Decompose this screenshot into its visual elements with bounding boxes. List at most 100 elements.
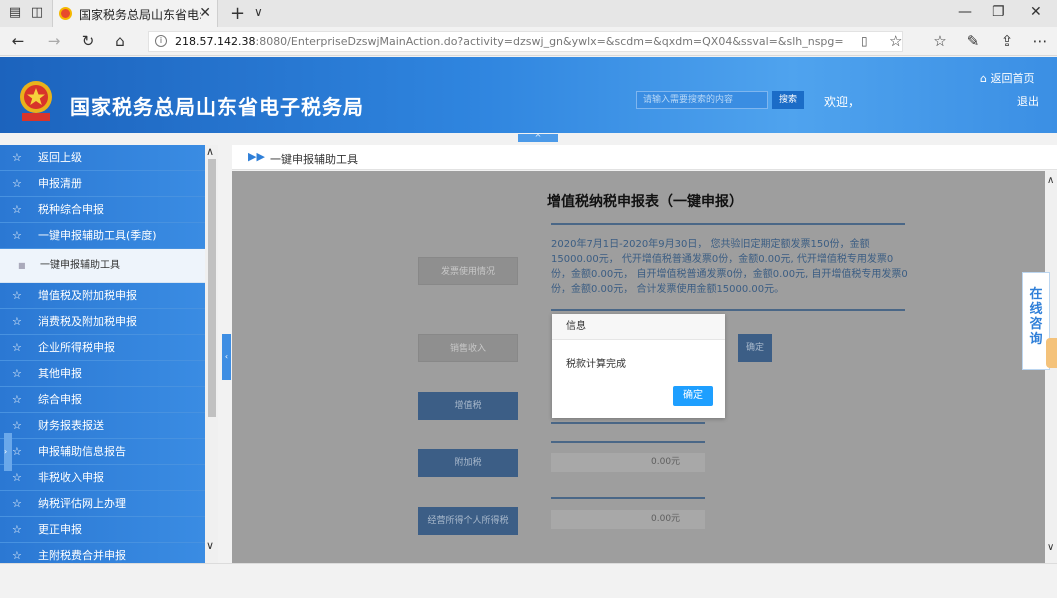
sidebar-scrollbar[interactable]: ∧ ∨	[205, 145, 218, 563]
sidebar-toggle-splitter[interactable]: ‹	[222, 334, 231, 380]
dialog-ok-button[interactable]: 确定	[673, 386, 713, 406]
tax-emblem-icon	[20, 81, 52, 121]
sidebar-item-label: 主附税费合并申报	[38, 549, 126, 562]
business-income-tax-amount: 0.00元	[551, 510, 705, 529]
back-arrow-icon[interactable]: ←	[8, 32, 28, 50]
consult-mascot-icon	[1046, 338, 1057, 368]
sidebar-item-consumption-tax[interactable]: ☆ 消费税及附加税申报	[0, 309, 205, 335]
site-header: 国家税务总局山东省电子税务局	[0, 57, 1057, 133]
sidebar-item-general[interactable]: ☆ 综合申报	[0, 387, 205, 413]
sidebar-item-one-click-quarterly[interactable]: ☆ 一键申报辅助工具(季度)	[0, 223, 205, 249]
sidebar-item-label: 非税收入申报	[38, 471, 104, 484]
vat-button[interactable]: 增值税	[418, 392, 518, 420]
dialog-message: 税款计算完成	[566, 359, 626, 370]
star-icon: ☆	[12, 471, 22, 484]
site-search-button[interactable]: 搜索	[772, 91, 804, 109]
welcome-text: 欢迎，	[824, 95, 861, 109]
sidebar-subitem-one-click-tool[interactable]: ■ 一键申报辅助工具	[0, 249, 205, 283]
star-icon: ☆	[12, 315, 22, 328]
tab-preview-icon[interactable]: ◫	[30, 6, 44, 20]
star-icon: ☆	[12, 341, 22, 354]
url-input[interactable]: i 218.57.142.38:8080/EnterpriseDzswjMain…	[148, 31, 903, 52]
sales-confirm-button[interactable]: 确定	[738, 334, 772, 362]
star-icon: ☆	[12, 419, 22, 432]
sidebar-item-other[interactable]: ☆ 其他申报	[0, 361, 205, 387]
star-icon: ☆	[12, 151, 22, 164]
scroll-up-icon[interactable]: ∧	[206, 145, 214, 158]
collapse-header-button[interactable]: ^	[518, 134, 558, 142]
divider	[551, 223, 905, 225]
sidebar-item-vat[interactable]: ☆ 增值税及附加税申报	[0, 283, 205, 309]
favorites-hub-icon[interactable]: ☆	[930, 32, 950, 50]
pen-notes-icon[interactable]: ✎	[963, 32, 983, 50]
address-bar: ← → ↻ ⌂ i 218.57.142.38:8080/EnterpriseD…	[0, 27, 1057, 56]
sidebar-item-financial-reports[interactable]: ☆ 财务报表报送	[0, 413, 205, 439]
scroll-thumb[interactable]	[208, 159, 216, 417]
sidebar-item-aux-info[interactable]: ☆ 申报辅助信息报告	[0, 439, 205, 465]
star-icon: ☆	[12, 549, 22, 562]
home-icon[interactable]: ⌂	[110, 32, 130, 50]
page-title: 增值税纳税申报表（一键申报）	[547, 194, 743, 210]
business-income-tax-button[interactable]: 经营所得个人所得税	[418, 507, 518, 535]
url-text: 218.57.142.38:8080/EnterpriseDzswjMainAc…	[175, 35, 844, 48]
logout-link[interactable]: 退出	[1017, 93, 1039, 109]
return-home-link[interactable]: ⌂ 返回首页	[980, 70, 1034, 86]
forward-arrow-icon[interactable]: →	[44, 32, 64, 50]
sidebar-item-label: 更正申报	[38, 523, 82, 536]
tab-list-chevron-icon[interactable]: ∨	[254, 5, 263, 19]
sidebar-item-label: 其他申报	[38, 367, 82, 380]
online-consult-label: 在线咨询	[1029, 287, 1043, 347]
new-tab-icon[interactable]: +	[230, 3, 245, 24]
sidebar-item-corporate-income-tax[interactable]: ☆ 企业所得税申报	[0, 335, 205, 361]
surtax-amount: 0.00元	[551, 453, 705, 472]
favorite-star-icon[interactable]: ☆	[889, 32, 902, 50]
surtax-button[interactable]: 附加税	[418, 449, 518, 477]
url-host: 218.57.142.38	[175, 35, 256, 48]
double-arrow-icon: ▶▶	[248, 150, 265, 163]
invoice-notice: 2020年7月1日-2020年9月30日， 您共验旧定期定额发票150份，金额1…	[551, 239, 908, 295]
scroll-down-icon[interactable]: ∨	[206, 539, 214, 552]
restore-icon[interactable]: ❐	[992, 4, 1005, 20]
sidebar-item-back[interactable]: ☆ 返回上级	[0, 145, 205, 171]
breadcrumb: ▶▶ 一键申报辅助工具	[232, 145, 1057, 170]
window-close-icon[interactable]: ✕	[1030, 4, 1042, 20]
sidebar-item-merged[interactable]: ☆ 主附税费合并申报	[0, 543, 205, 563]
scroll-down-icon[interactable]: ∨	[1047, 542, 1054, 553]
dialog-title: 信息	[552, 314, 725, 340]
site-search-input[interactable]: 请输入需要搜索的内容	[636, 91, 768, 109]
star-icon: ☆	[12, 177, 22, 190]
share-icon[interactable]: ⇪	[997, 32, 1017, 50]
star-icon: ☆	[12, 497, 22, 510]
tab-aside-icon[interactable]: ▤	[8, 6, 22, 20]
sidebar-item-label: 申报辅助信息报告	[38, 445, 126, 458]
star-icon: ☆	[12, 393, 22, 406]
sidebar-item-non-tax-income[interactable]: ☆ 非税收入申报	[0, 465, 205, 491]
star-icon: ☆	[12, 203, 22, 216]
info-dialog: 信息 税款计算完成 确定	[552, 314, 725, 418]
star-icon: ☆	[12, 523, 22, 536]
scroll-up-icon[interactable]: ∧	[1047, 175, 1054, 186]
star-icon: ☆	[12, 289, 22, 302]
tab-close-icon[interactable]: ✕	[199, 5, 211, 21]
divider	[551, 497, 705, 499]
sidebar-item-label: 税种综合申报	[38, 203, 104, 216]
refresh-icon[interactable]: ↻	[78, 32, 98, 50]
sidebar-item-label: 企业所得税申报	[38, 341, 115, 354]
invoice-usage-button[interactable]: 发票使用情况	[418, 257, 518, 285]
sales-income-button[interactable]: 销售收入	[418, 334, 518, 362]
status-strip	[0, 563, 1057, 598]
reading-view-icon[interactable]: ▯	[861, 34, 868, 48]
sidebar-item-correction[interactable]: ☆ 更正申报	[0, 517, 205, 543]
sidebar-item-declaration-list[interactable]: ☆ 申报清册	[0, 171, 205, 197]
sidebar-item-comprehensive-tax[interactable]: ☆ 税种综合申报	[0, 197, 205, 223]
sidebar-expand-handle[interactable]: ›	[4, 433, 12, 471]
sidebar-item-tax-assessment[interactable]: ☆ 纳税评估网上办理	[0, 491, 205, 517]
tab-title: 国家税务总局山东省电:	[79, 8, 201, 22]
browser-tab-active[interactable]: 国家税务总局山东省电: ✕	[52, 0, 218, 27]
site-title: 国家税务总局山东省电子税务局	[70, 95, 364, 119]
browser-tab-bar: ▤ ◫ 国家税务总局山东省电: ✕ + ∨ — ❐ ✕	[0, 0, 1057, 27]
return-home-label: 返回首页	[990, 72, 1035, 85]
more-menu-icon[interactable]: ⋯	[1030, 32, 1050, 50]
site-info-icon[interactable]: i	[155, 35, 167, 47]
minimize-icon[interactable]: —	[958, 4, 972, 20]
